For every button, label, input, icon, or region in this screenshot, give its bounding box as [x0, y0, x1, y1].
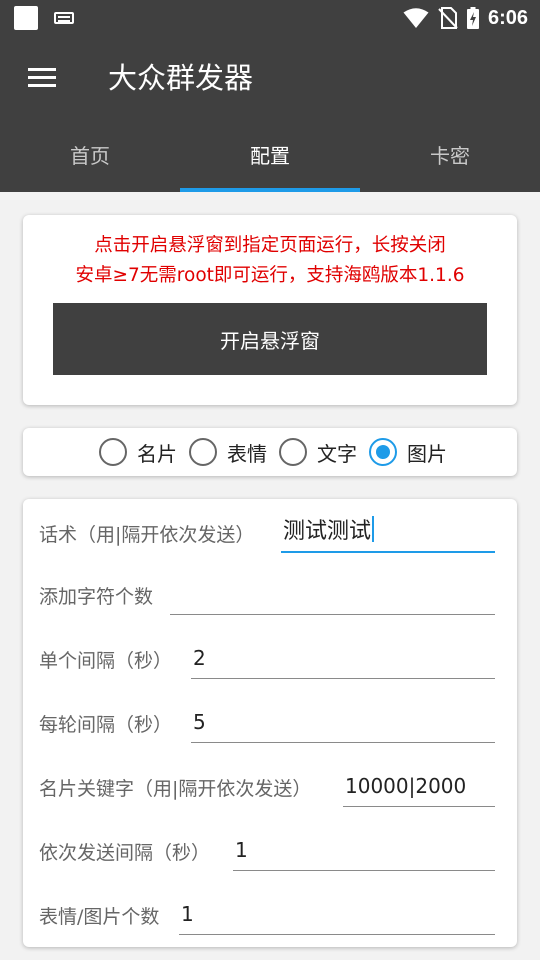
radio-button-icon: [99, 438, 127, 466]
radio-emoji[interactable]: 表情: [189, 438, 267, 467]
status-bar: 6:06: [0, 0, 540, 36]
no-sim-icon: [438, 7, 458, 29]
extra-char-count-input[interactable]: [170, 575, 495, 615]
send-type-radio-group: 名片 表情 文字 图片: [23, 428, 517, 476]
extra-char-count-label: 添加字符个数: [39, 586, 154, 608]
radio-button-icon: [279, 438, 307, 466]
emoji-image-count-label: 表情/图片个数: [39, 906, 160, 928]
keyboard-icon: [54, 12, 74, 24]
radio-label: 名片: [137, 441, 177, 466]
single-interval-row: 单个间隔（秒） 2: [39, 639, 495, 679]
app-toolbar: 大众群发器: [0, 36, 540, 120]
radio-button-checked-icon: [369, 438, 397, 466]
wifi-icon: [403, 8, 429, 28]
card-keyword-input[interactable]: 10000|2000: [343, 767, 495, 807]
notice-line-1: 点击开启悬浮窗到指定页面运行，长按关闭: [94, 235, 446, 256]
radio-label: 表情: [227, 441, 267, 466]
script-text-value: 测试测试: [283, 519, 372, 544]
sequential-interval-input[interactable]: 1: [233, 831, 495, 871]
app-title: 大众群发器: [108, 61, 254, 95]
settings-form-card: 话术（用|隔开依次发送） 测试测试 添加字符个数 单个间隔（秒） 2 每轮间隔（…: [23, 499, 517, 947]
radio-image[interactable]: 图片: [369, 438, 447, 467]
radio-label: 图片: [407, 441, 447, 466]
tab-bar: 首页 配置 卡密: [0, 120, 540, 192]
sequential-interval-row: 依次发送间隔（秒） 1: [39, 831, 495, 871]
radio-card[interactable]: 名片: [99, 438, 177, 467]
text-cursor: [372, 516, 375, 542]
radio-button-icon: [189, 438, 217, 466]
round-interval-input[interactable]: 5: [191, 703, 495, 743]
menu-icon[interactable]: [28, 68, 56, 88]
notice-text: 点击开启悬浮窗到指定页面运行，长按关闭 安卓≥7无需root即可运行，支持海鸥版…: [23, 231, 517, 291]
single-interval-label: 单个间隔（秒）: [39, 650, 173, 672]
app-notification-icon: [14, 6, 38, 30]
tab-config[interactable]: 配置: [180, 120, 360, 192]
round-interval-row: 每轮间隔（秒） 5: [39, 703, 495, 743]
clock: 6:06: [487, 6, 528, 29]
sequential-interval-label: 依次发送间隔（秒）: [39, 842, 211, 864]
extra-char-count-row: 添加字符个数: [39, 575, 495, 615]
tab-home[interactable]: 首页: [0, 120, 180, 192]
radio-label: 文字: [317, 441, 357, 466]
tab-card-key[interactable]: 卡密: [360, 120, 540, 192]
card-keyword-label: 名片关键字（用|隔开依次发送）: [39, 778, 312, 800]
status-icons: 6:06: [403, 0, 528, 36]
emoji-image-count-input[interactable]: 1: [179, 895, 495, 935]
radio-text[interactable]: 文字: [279, 438, 357, 467]
float-window-card: 点击开启悬浮窗到指定页面运行，长按关闭 安卓≥7无需root即可运行，支持海鸥版…: [23, 215, 517, 405]
battery-charging-icon: [466, 7, 479, 29]
emoji-image-count-row: 表情/图片个数 1: [39, 895, 495, 935]
card-keyword-row: 名片关键字（用|隔开依次发送） 10000|2000: [39, 767, 495, 807]
notice-line-2: 安卓≥7无需root即可运行，支持海鸥版本1.1.6: [75, 265, 465, 286]
open-float-window-button[interactable]: 开启悬浮窗: [53, 303, 487, 375]
round-interval-label: 每轮间隔（秒）: [39, 714, 173, 736]
script-text-input[interactable]: 测试测试: [281, 513, 495, 553]
single-interval-input[interactable]: 2: [191, 639, 495, 679]
script-text-row: 话术（用|隔开依次发送） 测试测试: [39, 513, 495, 553]
script-text-label: 话术（用|隔开依次发送）: [39, 524, 255, 546]
